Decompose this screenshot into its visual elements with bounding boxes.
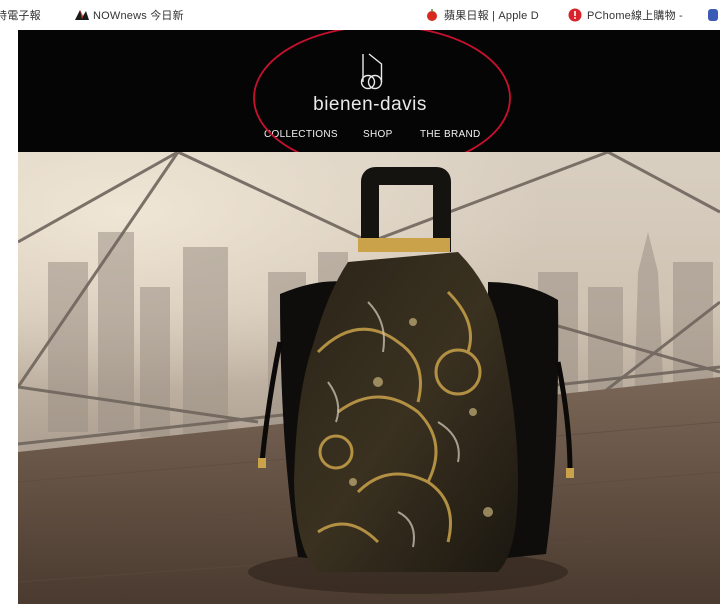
hero-banner[interactable]	[18, 152, 720, 604]
bookmark-label: 蘋果日報 | Apple D	[444, 10, 539, 22]
bookmark-item-1[interactable]: 時電子報	[0, 7, 41, 23]
bookmarks-bar: 時電子報 NOWnews 今日新 蘋果日報 | Apple D PChome線上…	[0, 0, 720, 30]
nownews-logo-icon	[74, 8, 89, 22]
nav-collections[interactable]: COLLECTIONS	[264, 129, 338, 140]
site-header: bienen-davis COLLECTIONS SHOP THE BRAND	[18, 30, 720, 152]
bookmark-label: NOWnews 今日新	[93, 10, 184, 22]
bookmark-label: 時電子報	[0, 10, 41, 22]
nav-shop[interactable]: SHOP	[363, 129, 393, 140]
pchome-icon	[568, 8, 582, 22]
bookmark-label: PChome線上購物 -	[587, 10, 683, 22]
webpage: bienen-davis COLLECTIONS SHOP THE BRAND	[18, 30, 720, 604]
apple-daily-icon	[425, 8, 439, 22]
bienen-davis-monogram-icon[interactable]	[348, 50, 394, 94]
brand-wordmark[interactable]: bienen-davis	[270, 94, 470, 116]
bookmark-item-4[interactable]: PChome線上購物 -	[568, 7, 683, 23]
nav-the-brand[interactable]: THE BRAND	[420, 129, 480, 140]
brocade-bucket-bag-photo	[18, 152, 720, 604]
bookmark-item-2[interactable]: NOWnews 今日新	[74, 7, 184, 23]
bookmark-overflow-icon[interactable]	[708, 9, 718, 21]
bookmark-item-3[interactable]: 蘋果日報 | Apple D	[425, 7, 539, 23]
